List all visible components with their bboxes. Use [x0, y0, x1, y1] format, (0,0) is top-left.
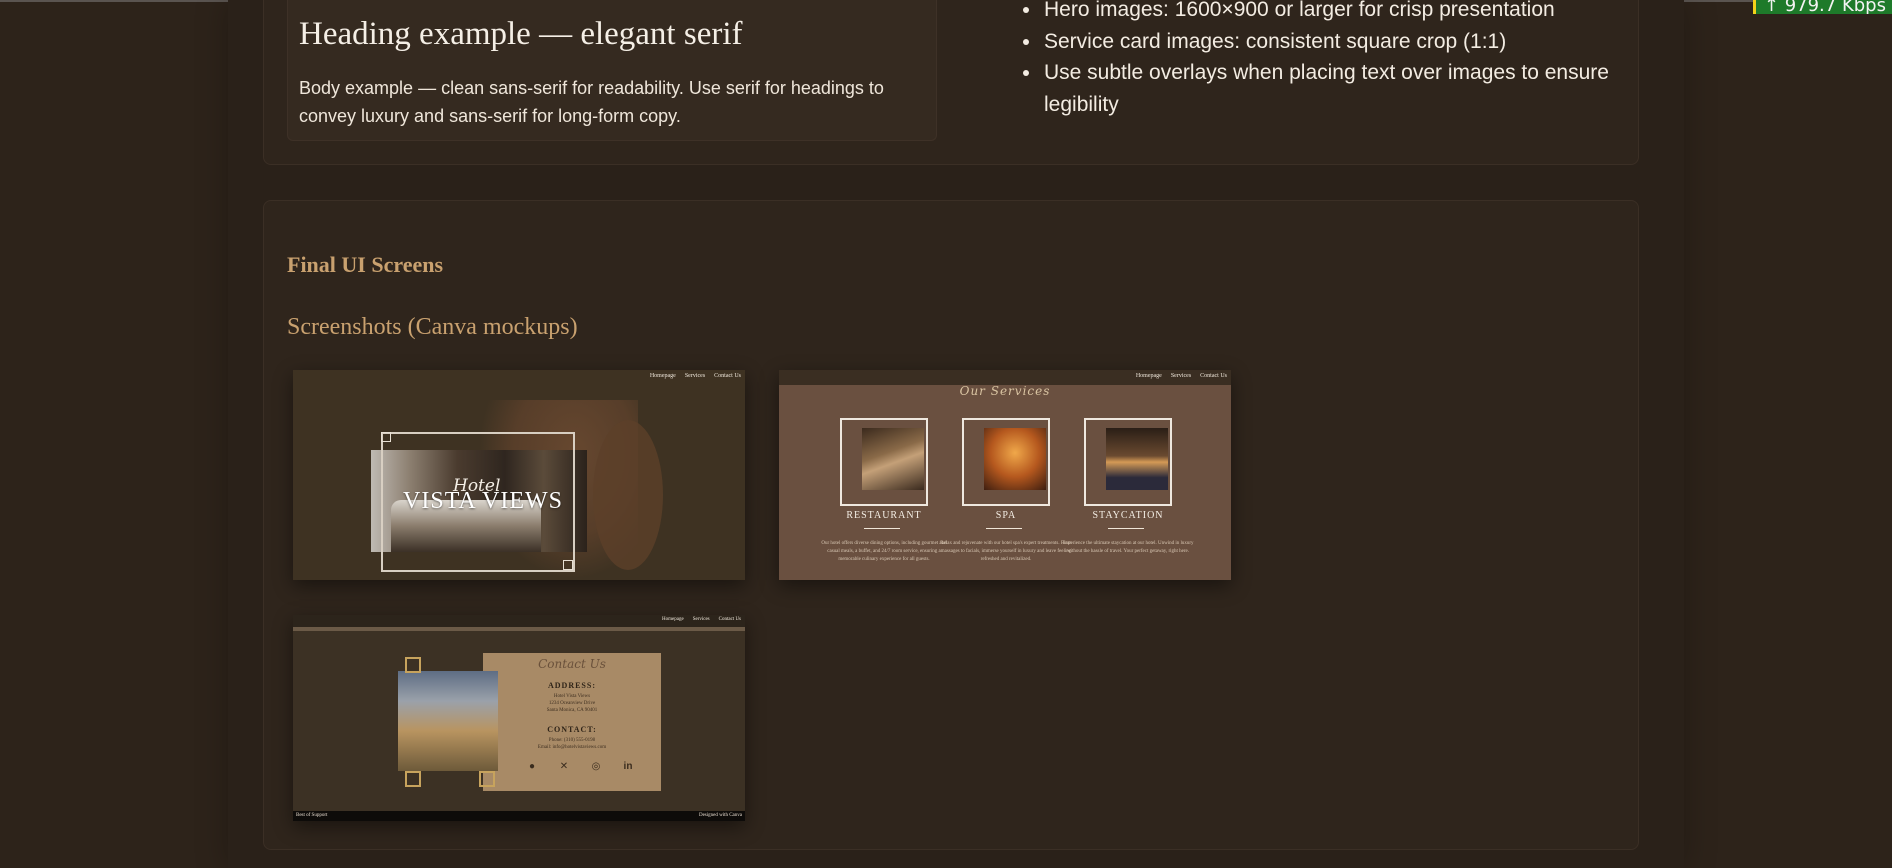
mockup-accent-band [293, 627, 745, 631]
contact-line: Phone: (310) 555-0198 [548, 738, 596, 743]
network-speed-value: 979.7 Kbps [1784, 0, 1886, 14]
frame-corner-ornament [563, 560, 573, 570]
contact-title: Contact Us [538, 657, 606, 671]
frame-corner-ornament [381, 432, 391, 442]
heading-example: Heading example — elegant serif [299, 16, 743, 52]
section-title: Final UI Screens [287, 252, 444, 277]
body-example: Body example — clean sans-serif for read… [299, 78, 884, 126]
guideline-item: Service card images: consistent square c… [1042, 26, 1622, 58]
image-guidelines-list: Hero images: 1600×900 or larger for cris… [1018, 0, 1622, 120]
service-description: Relax and rejuvenate with our hotel spa'… [940, 541, 1072, 562]
service-divider [986, 528, 1022, 529]
services-title: Our Services [959, 384, 1051, 398]
mockup-nav-item: Contact Us [1200, 373, 1227, 379]
corner-ornament [405, 657, 421, 673]
service-divider [864, 528, 900, 529]
mockup-nav-item: Contact Us [714, 373, 741, 379]
service-label: RESTAURANT [846, 510, 922, 521]
mockup-nav-item: Services [1170, 373, 1192, 379]
contact-label: CONTACT: [547, 725, 597, 734]
linkedin-icon: in [623, 761, 633, 772]
social-icons: ● ✕ ◎ in [525, 761, 635, 772]
mockup-nav-item: Services [684, 373, 706, 379]
corner-ornament [405, 771, 421, 787]
service-label: STAYCATION [1092, 510, 1164, 521]
mockup-footer: Best of Support Designed with Canva [293, 811, 745, 821]
guideline-item: Use subtle overlays when placing text ov… [1042, 57, 1622, 120]
mockup-nav-item: Homepage [662, 617, 684, 622]
footer-left-text: Best of Support [296, 813, 328, 818]
instagram-icon: ◎ [591, 761, 601, 772]
address-label: ADDRESS: [547, 681, 596, 690]
address-line: 1234 Oceanview Drive [548, 701, 596, 706]
facebook-icon: ● [528, 761, 536, 772]
decorative-leaf [593, 420, 663, 570]
corner-ornament [479, 771, 495, 787]
spa-image [984, 428, 1046, 490]
guideline-item: Hero images: 1600×900 or larger for cris… [1042, 0, 1622, 26]
footer-right-text: Designed with Canva [698, 813, 742, 818]
service-description: Experience the ultimate staycation at ou… [1062, 541, 1194, 554]
x-icon: ✕ [559, 761, 569, 772]
restaurant-image [862, 428, 924, 490]
network-speed-indicator: ↑ 979.7 Kbps [1752, 0, 1892, 14]
service-description: Our hotel offers diverse dining options,… [821, 541, 947, 562]
mockup-nav-item: Homepage [649, 373, 676, 379]
hero-title: VISTA VIEWS [403, 488, 563, 514]
mockup-nav: Homepage Services Contact Us [1136, 373, 1227, 379]
service-label: SPA [995, 510, 1017, 521]
address-line: Hotel Vista Views [553, 694, 591, 699]
contact-line: Email: info@hotelvistaviews.com [537, 745, 607, 750]
service-divider [1108, 528, 1144, 529]
section-subtitle: Screenshots (Canva mockups) [287, 314, 578, 340]
mockup-services-screenshot[interactable]: Homepage Services Contact Us Our Service… [779, 370, 1231, 580]
mockup-nav-item: Homepage [1135, 373, 1162, 379]
mockup-nav-item: Contact Us [718, 617, 741, 622]
mockup-homepage-screenshot[interactable]: Homepage Services Contact Us Hotel VISTA… [293, 370, 745, 580]
mockup-contact-screenshot[interactable]: Homepage Services Contact Us Contact Us … [293, 615, 745, 821]
mockup-nav: Homepage Services Contact Us [662, 617, 741, 622]
mockup-nav-item: Services [692, 617, 710, 622]
staycation-image [1106, 428, 1168, 490]
mockup-nav: Homepage Services Contact Us [650, 373, 741, 379]
address-line: Santa Monica, CA 90401 [546, 708, 598, 713]
